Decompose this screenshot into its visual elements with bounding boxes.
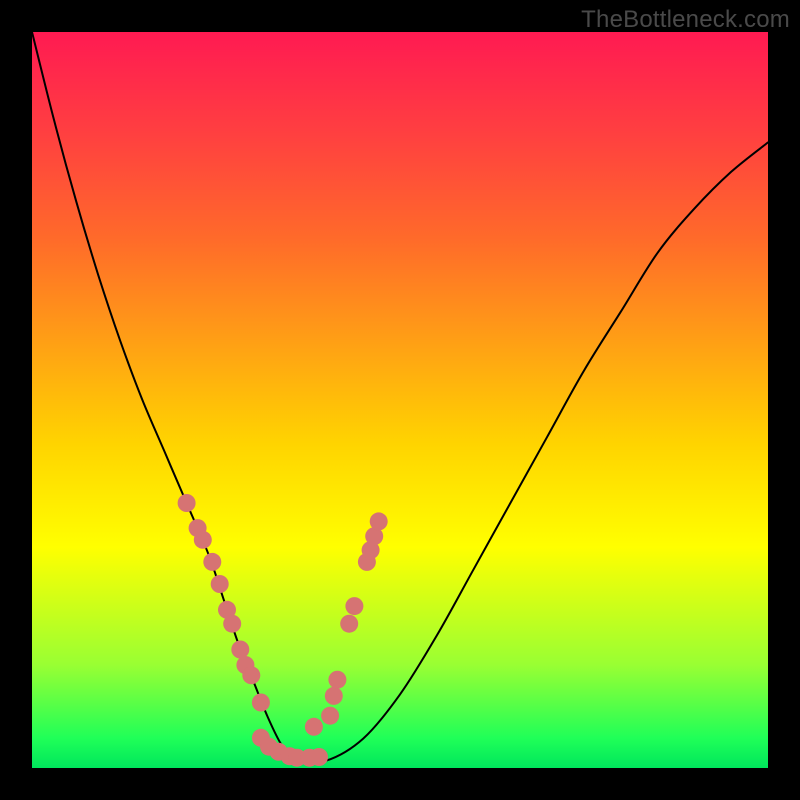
plot-area (32, 32, 768, 768)
marker-group (178, 494, 388, 767)
data-marker (211, 575, 229, 593)
data-marker (178, 494, 196, 512)
data-marker (203, 553, 221, 571)
data-marker (310, 748, 328, 766)
data-marker (231, 641, 249, 659)
data-marker (223, 615, 241, 633)
bottleneck-curve (32, 32, 768, 763)
data-marker (370, 512, 388, 530)
data-marker (325, 687, 343, 705)
data-marker (340, 615, 358, 633)
chart-svg (32, 32, 768, 768)
data-marker (194, 531, 212, 549)
data-marker (305, 718, 323, 736)
data-marker (345, 597, 363, 615)
data-marker (242, 666, 260, 684)
data-marker (328, 671, 346, 689)
data-marker (252, 694, 270, 712)
chart-frame: TheBottleneck.com (0, 0, 800, 800)
watermark-text: TheBottleneck.com (581, 6, 790, 34)
data-marker (321, 707, 339, 725)
